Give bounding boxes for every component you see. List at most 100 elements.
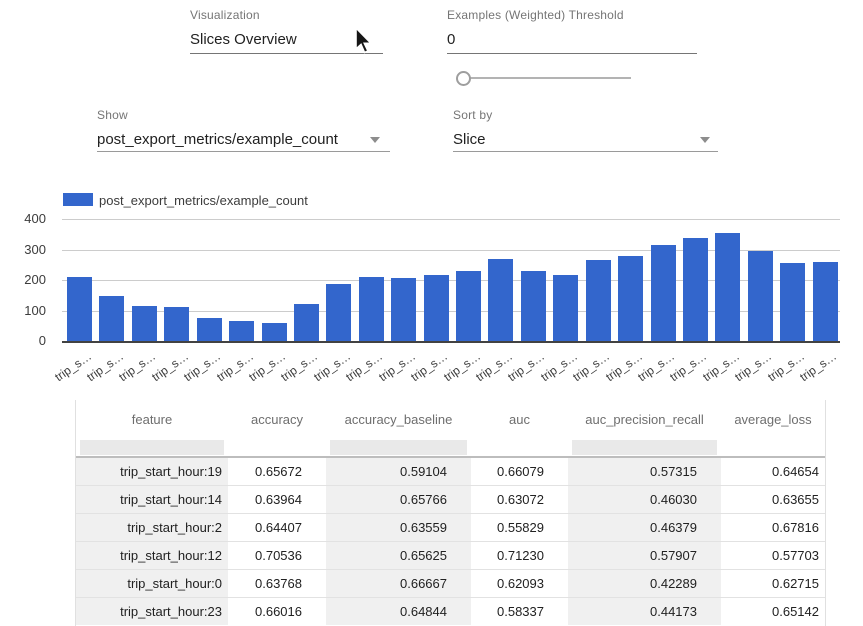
filter-box[interactable]	[330, 440, 467, 455]
filter-cell[interactable]	[326, 439, 471, 457]
threshold-label: Examples (Weighted) Threshold	[447, 8, 707, 22]
filter-box[interactable]	[572, 440, 717, 455]
table-body: trip_start_hour:190.656720.591040.660790…	[76, 457, 825, 625]
sort-by-value[interactable]: Slice	[453, 131, 723, 148]
metrics-table-container: featureaccuracyaccuracy_baselineaucauc_p…	[75, 400, 826, 626]
bar-13[interactable]	[488, 259, 513, 341]
bar-23[interactable]	[813, 262, 838, 341]
table-header-row: featureaccuracyaccuracy_baselineaucauc_p…	[76, 400, 825, 439]
bar-10[interactable]	[391, 278, 416, 341]
legend-swatch	[63, 193, 93, 206]
bar-9[interactable]	[359, 277, 384, 341]
metric-cell: 0.46030	[568, 486, 721, 514]
table-row[interactable]: trip_start_hour:20.644070.635590.558290.…	[76, 514, 825, 542]
show-label: Show	[97, 108, 397, 122]
bar-14[interactable]	[521, 271, 546, 341]
bar-5[interactable]	[229, 321, 254, 341]
column-header-auc_precision_recall[interactable]: auc_precision_recall	[568, 400, 721, 439]
metric-cell: 0.63964	[228, 486, 326, 514]
bar-8[interactable]	[326, 284, 351, 341]
bar-18[interactable]	[651, 245, 676, 341]
show-select[interactable]: Show post_export_metrics/example_count	[97, 108, 397, 148]
threshold-underline	[447, 53, 697, 54]
show-value[interactable]: post_export_metrics/example_count	[97, 131, 397, 148]
bar-0[interactable]	[67, 277, 92, 341]
metric-cell: 0.65142	[721, 598, 825, 626]
threshold-input[interactable]: Examples (Weighted) Threshold 0	[447, 8, 707, 48]
sort-by-underline	[453, 151, 718, 152]
metric-cell: 0.71230	[471, 542, 568, 570]
filter-box[interactable]	[80, 440, 224, 455]
bar-16[interactable]	[586, 260, 611, 341]
bar-2[interactable]	[132, 306, 157, 341]
bar-6[interactable]	[262, 323, 287, 341]
chevron-down-icon[interactable]	[370, 137, 380, 143]
filter-cell[interactable]	[471, 439, 568, 457]
y-axis-tick-label: 0	[0, 333, 46, 348]
table-row[interactable]: trip_start_hour:120.705360.656250.712300…	[76, 542, 825, 570]
bar-4[interactable]	[197, 318, 222, 341]
filter-cell[interactable]	[76, 439, 228, 457]
table-filter-row	[76, 439, 825, 457]
bar-1[interactable]	[99, 296, 124, 341]
bar-20[interactable]	[715, 233, 740, 341]
visualization-label: Visualization	[190, 8, 390, 22]
sort-by-label: Sort by	[453, 108, 723, 122]
metric-cell: 0.59104	[326, 457, 471, 486]
metric-cell: 0.62715	[721, 570, 825, 598]
column-header-accuracy[interactable]: accuracy	[228, 400, 326, 439]
metric-cell: 0.58337	[471, 598, 568, 626]
metric-cell: 0.67816	[721, 514, 825, 542]
chevron-down-icon[interactable]	[700, 137, 710, 143]
threshold-slider-thumb[interactable]	[456, 71, 471, 86]
metric-cell: 0.70536	[228, 542, 326, 570]
metric-cell: 0.63559	[326, 514, 471, 542]
table-row[interactable]: trip_start_hour:140.639640.657660.630720…	[76, 486, 825, 514]
metric-cell: 0.44173	[568, 598, 721, 626]
threshold-value[interactable]: 0	[447, 31, 707, 48]
feature-cell: trip_start_hour:23	[76, 598, 228, 626]
metric-cell: 0.63655	[721, 486, 825, 514]
metric-cell: 0.66667	[326, 570, 471, 598]
bar-12[interactable]	[456, 271, 481, 341]
filter-cell[interactable]	[568, 439, 721, 457]
metric-cell: 0.64654	[721, 457, 825, 486]
mouse-cursor-icon	[353, 27, 375, 55]
chart-plot	[62, 219, 840, 343]
bar-22[interactable]	[780, 263, 805, 341]
y-axis-tick-label: 200	[0, 272, 46, 287]
column-header-feature[interactable]: feature	[76, 400, 228, 439]
filter-cell[interactable]	[721, 439, 825, 457]
y-axis-tick-label: 300	[0, 242, 46, 257]
threshold-slider-track[interactable]	[463, 77, 631, 79]
metric-cell: 0.57907	[568, 542, 721, 570]
table-row[interactable]: trip_start_hour:190.656720.591040.660790…	[76, 457, 825, 486]
metric-cell: 0.65766	[326, 486, 471, 514]
bar-19[interactable]	[683, 238, 708, 341]
feature-cell: trip_start_hour:14	[76, 486, 228, 514]
y-axis-tick-label: 400	[0, 211, 46, 226]
metric-cell: 0.64407	[228, 514, 326, 542]
legend-label: post_export_metrics/example_count	[99, 193, 308, 208]
bar-17[interactable]	[618, 256, 643, 341]
table-row[interactable]: trip_start_hour:00.637680.666670.620930.…	[76, 570, 825, 598]
metrics-table: featureaccuracyaccuracy_baselineaucauc_p…	[76, 400, 825, 625]
bar-3[interactable]	[164, 307, 189, 341]
metric-cell: 0.62093	[471, 570, 568, 598]
metric-cell: 0.63768	[228, 570, 326, 598]
bar-7[interactable]	[294, 304, 319, 341]
bar-11[interactable]	[424, 275, 449, 341]
sort-by-select[interactable]: Sort by Slice	[453, 108, 723, 148]
bar-21[interactable]	[748, 251, 773, 341]
show-underline	[97, 151, 390, 152]
metric-cell: 0.46379	[568, 514, 721, 542]
column-header-auc[interactable]: auc	[471, 400, 568, 439]
filter-cell[interactable]	[228, 439, 326, 457]
metric-cell: 0.57703	[721, 542, 825, 570]
column-header-accuracy_baseline[interactable]: accuracy_baseline	[326, 400, 471, 439]
bar-15[interactable]	[553, 275, 578, 341]
table-row[interactable]: trip_start_hour:230.660160.648440.583370…	[76, 598, 825, 626]
gridline	[62, 219, 840, 220]
metric-cell: 0.55829	[471, 514, 568, 542]
column-header-average_loss[interactable]: average_loss	[721, 400, 825, 439]
